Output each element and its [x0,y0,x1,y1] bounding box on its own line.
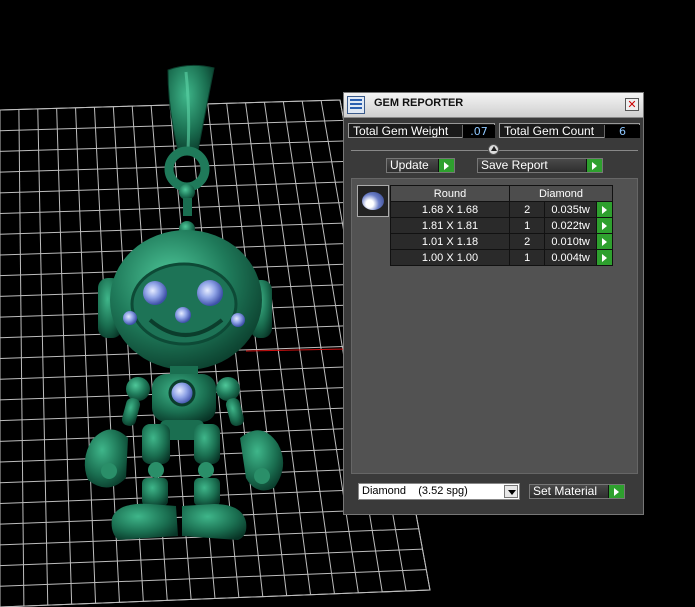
total-gem-weight-label: Total Gem Weight [353,124,449,138]
update-button[interactable]: Update [386,158,455,173]
gem-reporter-app-icon [347,96,365,114]
material-select-value: Diamond (3.52 spg) [362,485,468,497]
round-gem-icon[interactable] [357,185,389,217]
left-eye-stone [143,281,167,305]
play-arrow-icon[interactable] [595,249,614,266]
material-select[interactable]: Diamond (3.52 spg) [358,483,520,500]
table-row[interactable]: 1.01 X 1.18 2 0.010tw [390,233,614,250]
total-gem-count-value: 6 [604,125,640,138]
gem-table: Round Diamond 1.68 X 1.68 2 0.035tw 1.81… [390,185,614,266]
gem-size-cell: 1.01 X 1.18 [390,233,510,250]
gem-count-cell: 2 [508,201,546,218]
gem-size-cell: 1.00 X 1.00 [390,249,510,266]
total-gem-count-field: Total Gem Count 6 [499,123,640,138]
set-material-button-label: Set Material [533,484,598,498]
right-cheek-stone [231,313,245,327]
gem-weight-cell: 0.035tw [544,201,597,218]
panel-titlebar[interactable]: GEM REPORTER ✕ [344,93,643,118]
panel-title: GEM REPORTER [374,97,464,109]
dropdown-arrow-icon[interactable] [504,485,518,498]
gem-reporter-panel: GEM REPORTER ✕ Total Gem Weight .07 Tota… [343,92,644,515]
total-gem-weight-field: Total Gem Weight .07 [348,123,495,138]
gem-list-area: Round Diamond 1.68 X 1.68 2 0.035tw 1.81… [351,178,638,474]
play-arrow-icon [438,159,454,172]
update-button-label: Update [390,158,429,172]
chest-stone [168,379,196,407]
table-row[interactable]: 1.68 X 1.68 2 0.035tw [390,201,614,218]
close-icon[interactable]: ✕ [625,98,639,111]
nose-stone [175,307,191,323]
gem-count-cell: 1 [508,249,546,266]
total-gem-weight-value: .07 [462,125,495,138]
gem-weight-cell: 0.004tw [544,249,597,266]
total-gem-count-label: Total Gem Count [504,124,595,138]
play-arrow-icon[interactable] [595,201,614,218]
slider-knob-icon[interactable] [488,144,499,155]
play-arrow-icon [608,485,624,498]
gem-count-cell: 1 [508,217,546,234]
gem-weight-cell: 0.022tw [544,217,597,234]
play-arrow-icon[interactable] [595,233,614,250]
robot-pendant-model[interactable] [84,64,284,540]
save-report-button[interactable]: Save Report [477,158,603,173]
set-material-button[interactable]: Set Material [529,484,625,499]
save-report-button-label: Save Report [481,158,548,172]
play-arrow-icon[interactable] [595,217,614,234]
table-row[interactable]: 1.81 X 1.81 1 0.022tw [390,217,614,234]
gem-weight-cell: 0.010tw [544,233,597,250]
gem-size-cell: 1.68 X 1.68 [390,201,510,218]
right-eye-stone [197,280,223,306]
gem-size-cell: 1.81 X 1.81 [390,217,510,234]
play-arrow-icon [586,159,602,172]
material-header: Diamond [509,185,613,202]
left-cheek-stone [123,311,137,325]
shape-header: Round [390,185,510,202]
gem-count-cell: 2 [508,233,546,250]
table-row[interactable]: 1.00 X 1.00 1 0.004tw [390,249,614,266]
